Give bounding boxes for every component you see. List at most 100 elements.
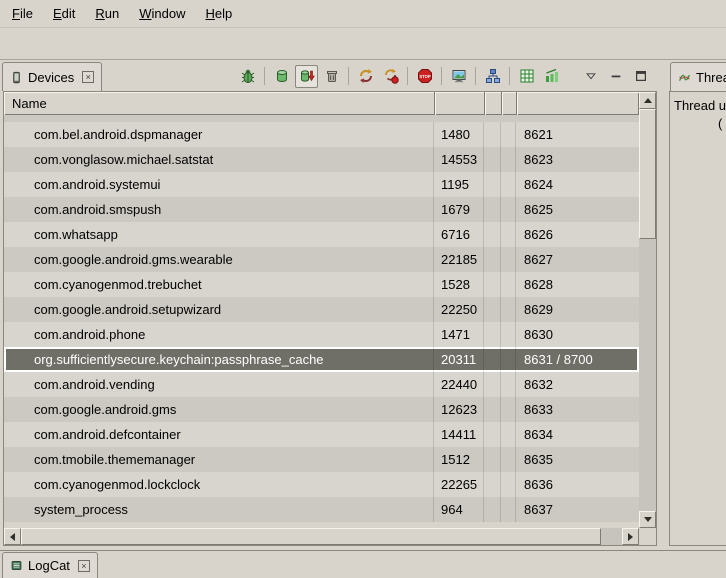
process-pid: 14411	[434, 422, 484, 447]
device-row[interactable]: com.android.phone14718630	[4, 322, 639, 347]
column-header-pid[interactable]	[434, 92, 484, 115]
device-row[interactable]: com.bel.android.dspmanager14808621	[4, 122, 639, 147]
toolbar-separator	[475, 67, 476, 85]
arrow-left-icon	[10, 533, 15, 541]
column-header-port[interactable]	[516, 92, 639, 115]
process-name: com.google.android.setupwizard	[4, 297, 434, 322]
process-port: 8636	[516, 472, 639, 497]
process-name: system_process	[4, 497, 434, 522]
process-port: 8630	[516, 322, 639, 347]
device-table-rows: com.bel.android.dspmanager14808621com.vo…	[4, 122, 639, 522]
scroll-up-button[interactable]	[639, 92, 656, 109]
process-port: 8627	[516, 247, 639, 272]
cell-empty	[501, 422, 516, 447]
device-row[interactable]: com.google.android.gms126238633	[4, 397, 639, 422]
scrollbar-corner	[639, 528, 656, 545]
process-pid: 20311	[434, 347, 484, 372]
process-pid: 1528	[434, 272, 484, 297]
device-row[interactable]: com.android.defcontainer144118634	[4, 422, 639, 447]
maximize-icon	[634, 69, 648, 83]
device-row-selected[interactable]: org.sufficientlysecure.keychain:passphra…	[4, 347, 639, 372]
horizontal-scrollbar[interactable]	[4, 528, 639, 545]
scroll-down-button[interactable]	[639, 511, 656, 528]
screen-capture-button[interactable]	[447, 65, 470, 88]
tab-logcat-label: LogCat	[28, 558, 70, 573]
device-row[interactable]: system_process9648637	[4, 497, 639, 522]
device-row[interactable]: com.cyanogenmod.lockclock222658636	[4, 472, 639, 497]
close-icon[interactable]: ×	[78, 560, 90, 572]
horizontal-scroll-thumb[interactable]	[21, 528, 601, 545]
device-row[interactable]: com.whatsapp67168626	[4, 222, 639, 247]
dump-view-hierarchy-button[interactable]	[481, 65, 504, 88]
main-toolbar	[0, 27, 726, 60]
maximize-button[interactable]	[629, 65, 652, 88]
partial-row	[4, 115, 639, 122]
close-icon[interactable]: ×	[82, 71, 94, 83]
dump-hprof-button[interactable]	[295, 65, 318, 88]
cell-empty	[501, 122, 516, 147]
device-row[interactable]: com.cyanogenmod.trebuchet15288628	[4, 272, 639, 297]
process-pid: 22250	[434, 297, 484, 322]
toolbar-separator	[441, 67, 442, 85]
cell-empty	[501, 172, 516, 197]
process-name: com.bel.android.dspmanager	[4, 122, 434, 147]
device-row[interactable]: com.android.smspush16798625	[4, 197, 639, 222]
view-menu-button[interactable]	[579, 65, 602, 88]
threads-tabbar: Threa	[668, 60, 726, 91]
process-port: 8634	[516, 422, 639, 447]
vertical-scrollbar[interactable]	[639, 92, 656, 528]
process-pid: 22265	[434, 472, 484, 497]
process-port: 8635	[516, 447, 639, 472]
process-port: 8624	[516, 172, 639, 197]
tab-devices[interactable]: Devices ×	[2, 62, 102, 91]
cell-empty	[501, 197, 516, 222]
process-pid: 1480	[434, 122, 484, 147]
device-row[interactable]: com.vonglasow.michael.satstat145538623	[4, 147, 639, 172]
update-threads-icon	[358, 68, 374, 84]
start-opengl-trace-button[interactable]	[515, 65, 538, 88]
start-opengl-trace-icon	[519, 68, 535, 84]
vertical-scroll-thumb[interactable]	[639, 109, 656, 239]
device-row[interactable]: com.google.android.gms.wearable221858627	[4, 247, 639, 272]
cell-empty	[484, 372, 501, 397]
column-header-empty-1[interactable]	[484, 92, 501, 115]
process-name: com.vonglasow.michael.satstat	[4, 147, 434, 172]
device-row[interactable]: com.tmobile.thememanager15128635	[4, 447, 639, 472]
process-port: 8637	[516, 497, 639, 522]
column-header-empty-2[interactable]	[501, 92, 516, 115]
update-heap-button[interactable]	[270, 65, 293, 88]
start-method-profiling-button[interactable]	[379, 65, 402, 88]
process-pid: 12623	[434, 397, 484, 422]
column-header-name[interactable]: Name	[4, 92, 434, 115]
threads-icon	[678, 71, 691, 84]
scroll-right-button[interactable]	[622, 528, 639, 545]
scroll-left-button[interactable]	[4, 528, 21, 545]
minimize-icon	[609, 69, 623, 83]
process-pid: 6716	[434, 222, 484, 247]
threads-message-line1: Thread up	[674, 98, 726, 113]
cell-empty	[501, 247, 516, 272]
tab-threads[interactable]: Threa	[670, 62, 726, 91]
capture-system-trace-button[interactable]	[540, 65, 563, 88]
menu-item-edit[interactable]: Edit	[43, 2, 85, 25]
minimize-button[interactable]	[604, 65, 627, 88]
update-threads-button[interactable]	[354, 65, 377, 88]
device-row[interactable]: com.google.android.setupwizard222508629	[4, 297, 639, 322]
start-method-profiling-icon	[383, 68, 399, 84]
process-port: 8623	[516, 147, 639, 172]
cause-gc-button[interactable]	[320, 65, 343, 88]
cell-empty	[484, 322, 501, 347]
devices-panel: Devices × STOP Name com.bel.android.dspm…	[0, 60, 666, 550]
device-row[interactable]: com.android.vending224408632	[4, 372, 639, 397]
stop-process-button[interactable]: STOP	[413, 65, 436, 88]
cell-empty	[484, 147, 501, 172]
device-row[interactable]: com.android.systemui11958624	[4, 172, 639, 197]
menu-item-run[interactable]: Run	[85, 2, 129, 25]
menu-item-window[interactable]: Window	[129, 2, 195, 25]
tab-logcat[interactable]: LogCat ×	[2, 552, 98, 578]
devices-toolbar: STOP	[236, 63, 652, 89]
menu-item-file[interactable]: File	[2, 2, 43, 25]
debug-button[interactable]	[236, 65, 259, 88]
cell-empty	[501, 322, 516, 347]
menu-item-help[interactable]: Help	[195, 2, 242, 25]
